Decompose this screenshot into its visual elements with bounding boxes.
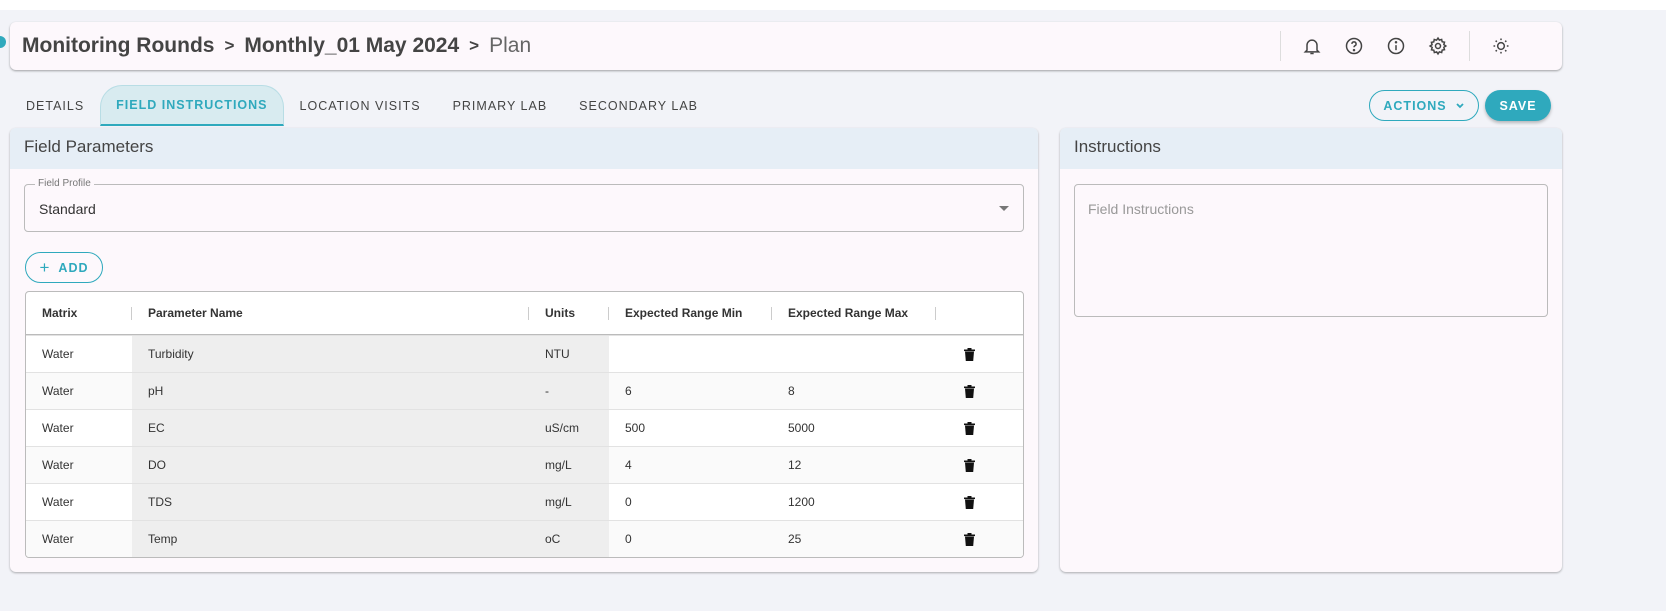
trash-icon bbox=[964, 421, 975, 435]
gear-icon[interactable] bbox=[1421, 29, 1455, 63]
range-min-cell[interactable]: 4 bbox=[609, 447, 772, 483]
column-header bbox=[936, 292, 1023, 334]
trash-icon bbox=[964, 384, 975, 398]
range-max-cell[interactable]: 1200 bbox=[772, 484, 936, 520]
range-min-cell[interactable] bbox=[609, 336, 772, 372]
range-min-cell[interactable]: 0 bbox=[609, 484, 772, 520]
top-band bbox=[0, 0, 1666, 10]
delete-button[interactable] bbox=[936, 336, 1023, 372]
range-max-cell[interactable]: 12 bbox=[772, 447, 936, 483]
delete-button[interactable] bbox=[936, 484, 1023, 520]
theme-icon[interactable] bbox=[1484, 29, 1518, 63]
nav-toggle[interactable] bbox=[0, 36, 6, 48]
delete-button[interactable] bbox=[936, 521, 1023, 557]
actions-label: ACTIONS bbox=[1383, 98, 1447, 113]
add-label: ADD bbox=[58, 260, 89, 275]
breadcrumb-separator: > bbox=[469, 36, 480, 55]
tab-bar: DETAILS FIELD INSTRUCTIONS LOCATION VISI… bbox=[10, 85, 714, 126]
table-row: Water TDS mg/L 0 1200 bbox=[26, 483, 1023, 520]
range-max-cell[interactable]: 5000 bbox=[772, 410, 936, 446]
column-header[interactable]: Matrix bbox=[26, 292, 132, 334]
units-cell: uS/cm bbox=[529, 410, 609, 446]
chevron-down-icon bbox=[1455, 102, 1464, 108]
table-row: Water EC uS/cm 500 5000 bbox=[26, 409, 1023, 446]
matrix-cell: Water bbox=[42, 532, 74, 546]
add-button[interactable]: + ADD bbox=[25, 252, 103, 283]
range-max-cell[interactable] bbox=[772, 336, 936, 372]
field-parameters-panel: Field Parameters Field Profile Standard … bbox=[10, 128, 1038, 572]
field-instructions-input[interactable]: Field Instructions bbox=[1074, 184, 1548, 317]
actions-button[interactable]: ACTIONS bbox=[1369, 90, 1479, 121]
column-header[interactable]: Expected Range Max bbox=[772, 292, 936, 334]
parameter-name-cell: Temp bbox=[132, 521, 529, 557]
tab-primary-lab[interactable]: PRIMARY LAB bbox=[437, 86, 564, 126]
parameters-table: Matrix Parameter Name Units Expected Ran… bbox=[25, 291, 1024, 558]
table-header-row: Matrix Parameter Name Units Expected Ran… bbox=[26, 292, 1023, 335]
trash-icon bbox=[964, 532, 975, 546]
divider bbox=[1280, 31, 1281, 61]
table-row: Water DO mg/L 4 12 bbox=[26, 446, 1023, 483]
parameter-name-cell: TDS bbox=[132, 484, 529, 520]
breadcrumb: Monitoring Rounds > Monthly_01 May 2024 > … bbox=[22, 34, 531, 58]
field-value: Standard bbox=[39, 201, 96, 217]
range-min-cell[interactable]: 0 bbox=[609, 521, 772, 557]
trash-icon bbox=[964, 495, 975, 509]
delete-button[interactable] bbox=[936, 410, 1023, 446]
breadcrumb-item[interactable]: Monthly_01 May 2024 bbox=[244, 34, 459, 58]
matrix-cell: Water bbox=[42, 347, 74, 361]
units-cell: - bbox=[529, 373, 609, 409]
units-cell: mg/L bbox=[529, 484, 609, 520]
tab-secondary-lab[interactable]: SECONDARY LAB bbox=[563, 86, 714, 126]
panel-title: Instructions bbox=[1060, 128, 1562, 169]
parameter-name-cell: Turbidity bbox=[132, 336, 529, 372]
tab-field-instructions[interactable]: FIELD INSTRUCTIONS bbox=[100, 85, 284, 126]
matrix-cell: Water bbox=[42, 384, 74, 398]
range-max-cell[interactable]: 25 bbox=[772, 521, 936, 557]
bell-icon[interactable] bbox=[1295, 29, 1329, 63]
header-bar: Monitoring Rounds > Monthly_01 May 2024 > … bbox=[10, 22, 1562, 70]
table-row: Water pH -6 8 bbox=[26, 372, 1023, 409]
parameter-name-cell: DO bbox=[132, 447, 529, 483]
save-button[interactable]: SAVE bbox=[1485, 90, 1551, 121]
range-min-cell[interactable]: 6 bbox=[609, 373, 772, 409]
breadcrumb-item[interactable]: Monitoring Rounds bbox=[22, 34, 214, 58]
tab-location-visits[interactable]: LOCATION VISITS bbox=[284, 86, 437, 126]
matrix-cell: Water bbox=[42, 421, 74, 435]
tab-details[interactable]: DETAILS bbox=[10, 86, 100, 126]
plus-icon: + bbox=[39, 257, 51, 277]
units-cell: NTU bbox=[529, 336, 609, 372]
table-row: Water Turbidity NTU bbox=[26, 335, 1023, 372]
breadcrumb-separator: > bbox=[224, 36, 235, 55]
column-header[interactable]: Parameter Name bbox=[132, 292, 529, 334]
field-profile-select[interactable]: Field Profile Standard bbox=[24, 178, 1024, 232]
instructions-panel: Instructions Field Instructions bbox=[1060, 128, 1562, 572]
parameter-name-cell: pH bbox=[132, 373, 529, 409]
info-icon[interactable] bbox=[1379, 29, 1413, 63]
column-header[interactable]: Units bbox=[529, 292, 609, 334]
matrix-cell: Water bbox=[42, 495, 74, 509]
trash-icon bbox=[964, 347, 975, 361]
units-cell: oC bbox=[529, 521, 609, 557]
units-cell: mg/L bbox=[529, 447, 609, 483]
table-row: Water Temp oC 0 25 bbox=[26, 520, 1023, 557]
divider bbox=[1469, 31, 1470, 61]
trash-icon bbox=[964, 458, 975, 472]
breadcrumb-current: Plan bbox=[489, 34, 532, 57]
column-header[interactable]: Expected Range Min bbox=[609, 292, 772, 334]
panel-title: Field Parameters bbox=[10, 128, 1038, 169]
delete-button[interactable] bbox=[936, 373, 1023, 409]
dropdown-arrow-icon bbox=[999, 206, 1009, 211]
matrix-cell: Water bbox=[42, 458, 74, 472]
field-label: Field Profile bbox=[35, 178, 94, 189]
range-max-cell[interactable]: 8 bbox=[772, 373, 936, 409]
range-min-cell[interactable]: 500 bbox=[609, 410, 772, 446]
delete-button[interactable] bbox=[936, 447, 1023, 483]
parameter-name-cell: EC bbox=[132, 410, 529, 446]
help-icon[interactable] bbox=[1337, 29, 1371, 63]
